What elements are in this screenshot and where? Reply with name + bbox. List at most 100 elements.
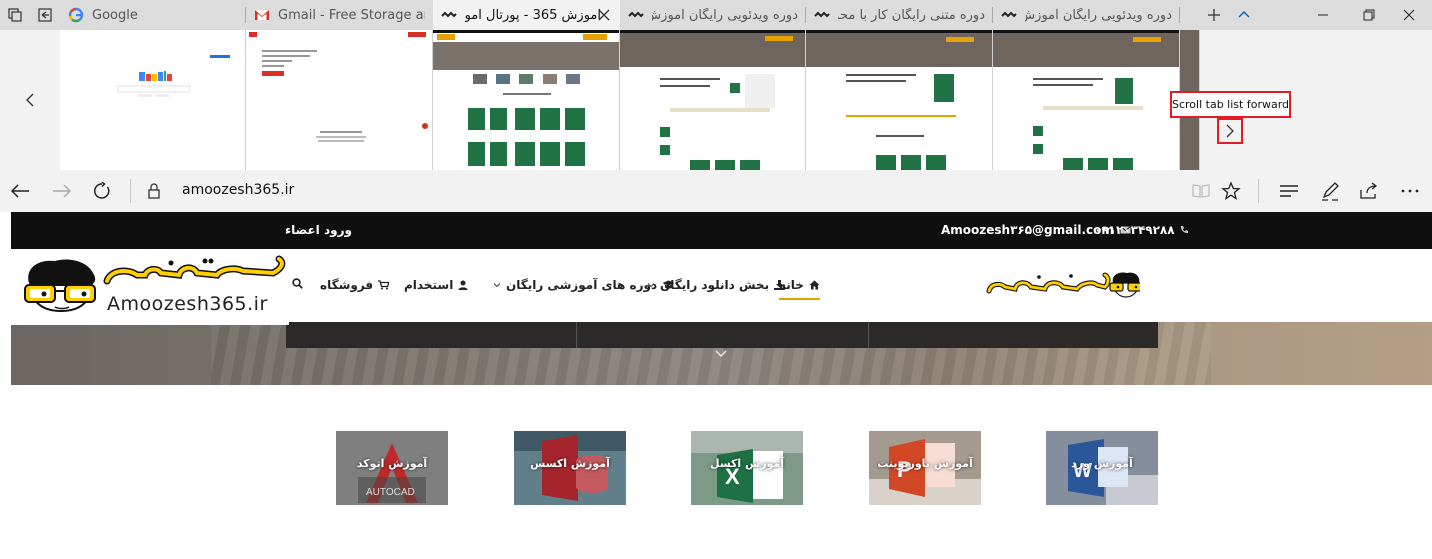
tab-title: دوره متنی رایگان کار با محدود — [838, 7, 985, 23]
tab-title: Gmail - Free Storage and Em — [278, 7, 425, 23]
restore-icon — [1363, 9, 1375, 21]
plus-icon — [1208, 9, 1220, 21]
book-icon — [1192, 184, 1210, 198]
amoozesh-favicon-icon — [628, 7, 644, 23]
tab-google[interactable]: Google — [60, 0, 246, 30]
pen-icon — [1322, 182, 1339, 201]
favorite-button[interactable] — [1217, 177, 1245, 205]
close-icon[interactable] — [596, 7, 612, 23]
more-button[interactable] — [1396, 177, 1424, 205]
tab-preview-google[interactable] — [60, 30, 246, 170]
refresh-button[interactable] — [88, 177, 116, 205]
reading-view-button[interactable] — [1187, 177, 1215, 205]
tabs-aside-button[interactable] — [0, 0, 30, 30]
forward-button[interactable] — [48, 177, 76, 205]
tab-title: دوره ویدئویی رایگان آموزش اک — [1025, 7, 1172, 23]
site-logo-small[interactable] — [985, 267, 1142, 302]
tab-amoozesh365[interactable]: آموزش 365 - پورتال آموزش — [433, 0, 620, 30]
tab-title: دوره ویدئویی رایگان آموزش اک — [652, 7, 798, 23]
tab-title: Google — [92, 7, 138, 23]
arrow-right-icon — [53, 184, 72, 198]
web-page: ورود اعضاء Amoozesh۳۶۵@gmail.com ۰۹۱۲۰۳۴… — [0, 212, 1432, 559]
chevron-left-icon — [26, 93, 34, 107]
scroll-tab-list-forward-button[interactable] — [1217, 118, 1243, 144]
course-page-thumbnail — [620, 30, 805, 170]
nav-home[interactable]: خانه — [779, 278, 820, 300]
download-icon — [774, 280, 786, 290]
refresh-icon — [94, 182, 110, 199]
close-icon — [1403, 9, 1415, 21]
gmail-page-thumbnail — [249, 32, 428, 142]
lock-icon — [148, 183, 160, 199]
graduation-cap-icon — [662, 280, 675, 289]
amoozesh-page-thumbnail — [433, 30, 619, 166]
phone-contact[interactable]: ۰۹۱۲۰۳۴۹۲۸۸ — [1094, 223, 1189, 237]
tab-preview-text-course[interactable] — [806, 30, 993, 170]
tab-preview-amoozesh365[interactable] — [433, 30, 620, 170]
tab-preview-strip: Scroll tab list forward — [0, 30, 1432, 170]
course-card-title: آموزش اکسس — [530, 457, 610, 470]
tab-text-course[interactable]: دوره متنی رایگان کار با محدود — [806, 0, 993, 30]
tab-excel-video[interactable]: دوره ویدئویی رایگان آموزش اک — [620, 0, 806, 30]
amoozesh-favicon-icon — [814, 7, 830, 23]
phone-icon — [1180, 226, 1188, 234]
tab-gmail[interactable]: Gmail - Free Storage and Em — [246, 0, 433, 30]
chevron-up-icon — [1238, 11, 1250, 18]
back-button[interactable] — [6, 177, 34, 205]
google-favicon-icon — [68, 7, 84, 23]
amoozesh-favicon-icon — [1001, 7, 1017, 23]
tab-preview-excel-video[interactable] — [620, 30, 806, 170]
chevron-down-icon — [493, 283, 501, 288]
tab-title: آموزش 365 - پورتال آموزش — [465, 7, 601, 23]
show-tabs-button[interactable] — [30, 0, 60, 30]
close-window-button[interactable] — [1386, 0, 1432, 30]
course-card-autocad[interactable]: AUTOCAD آموزش اتوکد — [336, 431, 448, 505]
minimize-icon — [1318, 14, 1328, 16]
nav-jobs-label: استخدام — [404, 278, 454, 292]
home-icon — [809, 280, 820, 290]
nav-jobs[interactable]: استخدام — [404, 278, 468, 292]
nav-download-label: بخش دانلود رایگان — [660, 278, 770, 292]
search-icon — [292, 278, 303, 289]
hub-icon — [1280, 185, 1298, 197]
navigation-bar: amoozesh365.ir — [0, 170, 1432, 212]
course-card-title: آموزش اکسل — [710, 457, 784, 470]
address-input[interactable]: amoozesh365.ir — [182, 182, 294, 198]
tab-excel-video-2[interactable]: دوره ویدئویی رایگان آموزش اک — [993, 0, 1180, 30]
arrow-left-icon — [10, 184, 29, 198]
search-button[interactable] — [292, 278, 303, 289]
nav-shop[interactable]: فروشگاه — [320, 278, 390, 292]
amoozesh-favicon-icon — [441, 7, 457, 23]
hub-button[interactable] — [1275, 177, 1303, 205]
course-page-thumbnail — [806, 30, 992, 170]
course-card-title: آموزش پاورپوینت — [877, 457, 973, 470]
tab-preview-excel-video-2[interactable] — [993, 30, 1180, 170]
login-link[interactable]: ورود اعضاء — [285, 223, 352, 237]
browser-window: Google Gmail - Free Storage and Em آموزش… — [0, 0, 1432, 559]
new-tab-button[interactable] — [1199, 0, 1229, 30]
chevron-right-icon — [1226, 124, 1234, 138]
nav-courses[interactable]: دوره های آموزشی رایگان — [493, 278, 675, 292]
chevron-down-icon[interactable] — [715, 349, 727, 359]
course-card-word[interactable]: W آموزش ورد — [1046, 431, 1158, 505]
minimize-button[interactable] — [1300, 0, 1346, 30]
course-page-thumbnail — [993, 30, 1179, 170]
email-text: Amoozesh۳۶۵@gmail.com — [941, 223, 1114, 237]
course-card-powerpoint[interactable]: P آموزش پاورپوینت — [869, 431, 981, 505]
course-card-access[interactable]: آموزش اکسس — [514, 431, 626, 505]
nav-courses-label: دوره های آموزشی رایگان — [506, 278, 658, 292]
svg-text:AUTOCAD: AUTOCAD — [366, 487, 415, 498]
nav-shop-label: فروشگاه — [320, 278, 374, 292]
scroll-tab-list-back-button[interactable] — [18, 86, 42, 114]
cart-icon — [378, 280, 390, 290]
share-icon — [1360, 182, 1378, 199]
tab-preview-gmail[interactable] — [246, 30, 433, 170]
course-card-excel[interactable]: X آموزش اکسل — [691, 431, 803, 505]
share-button[interactable] — [1355, 177, 1383, 205]
phone-text: ۰۹۱۲۰۳۴۹۲۸۸ — [1094, 223, 1175, 237]
site-info-button[interactable] — [140, 177, 168, 205]
site-logo-large[interactable]: Amoozesh365.ir — [11, 249, 289, 325]
tooltip: Scroll tab list forward — [1170, 91, 1291, 118]
web-note-button[interactable] — [1316, 177, 1344, 205]
show-tab-previews-button[interactable] — [1229, 0, 1259, 30]
